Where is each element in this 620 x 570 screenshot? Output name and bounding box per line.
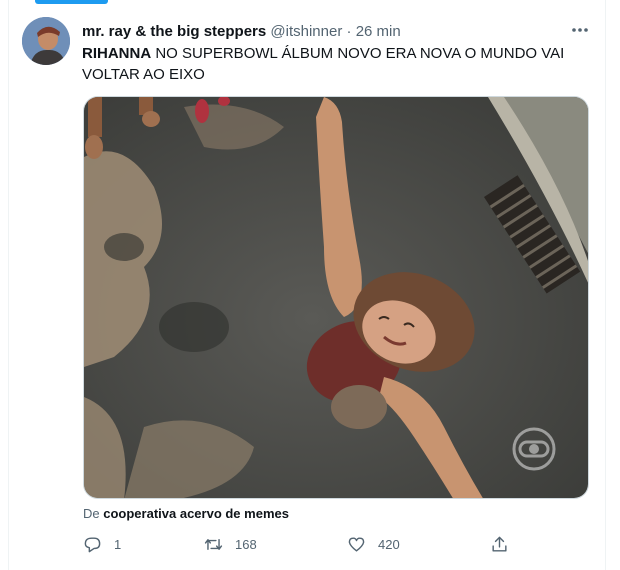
heart-icon [348,536,365,552]
reply-button[interactable]: 1 [83,534,121,554]
media-illustration [84,97,588,498]
share-icon [492,536,507,552]
tweet-text-body: NO SUPERBOWL ÁLBUM NOVO ERA NOVA O MUNDO… [82,45,565,83]
tweet-text: RIHANNA NO SUPERBOWL ÁLBUM NOVO ERA NOVA… [82,43,572,85]
author-handle[interactable]: @itshinner [270,23,342,40]
retweet-count: 168 [235,536,257,552]
like-count: 420 [378,536,400,552]
meta-separator: · [346,23,352,40]
reply-count: 1 [114,536,122,552]
retweet-button[interactable]: 168 [204,534,257,554]
author-name[interactable]: mr. ray & the big steppers [82,23,266,40]
tweet-header: mr. ray & the big steppers @itshinner · … [82,22,401,42]
reply-icon [84,536,101,552]
share-button[interactable] [490,534,521,554]
tweet-text-bold: RIHANNA [82,45,152,62]
tweet-timestamp[interactable]: 26 min [356,23,401,40]
retweet-icon [204,538,223,550]
tweet-media-gif[interactable] [83,96,589,499]
avatar[interactable] [22,17,70,65]
tab-indicator [35,0,108,4]
media-attribution: De cooperativa acervo de memes [83,506,289,522]
tweet-actions: 1 168 420 [83,534,583,554]
like-button[interactable]: 420 [347,534,400,554]
more-horizontal-icon[interactable] [570,20,590,40]
attribution-source-link[interactable]: cooperativa acervo de memes [103,506,289,521]
attribution-prefix: De [83,506,100,521]
